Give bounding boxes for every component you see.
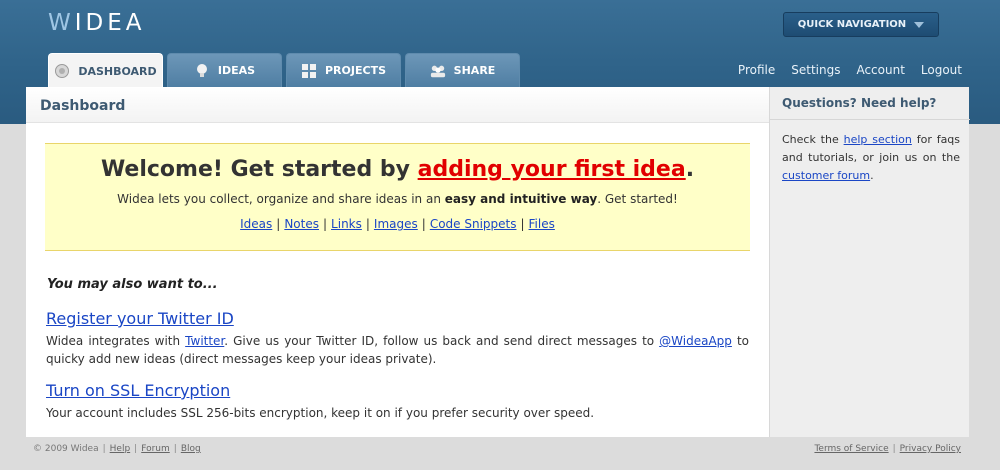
notes-link[interactable]: Notes (284, 217, 319, 231)
footer-blog-link[interactable]: Blog (181, 444, 201, 454)
code-snippets-link[interactable]: Code Snippets (430, 217, 517, 231)
welcome-box: Welcome! Get started by adding your firs… (45, 143, 750, 251)
profile-link[interactable]: Profile (738, 63, 775, 77)
quick-navigation-label: QUICK NAVIGATION (797, 19, 907, 30)
main-header: Dashboard (26, 87, 769, 123)
separator: | (520, 217, 525, 231)
welcome-text-bold: easy and intuitive way (444, 192, 598, 206)
footer-left: © 2009 Widea | Help | Forum | Blog (33, 444, 201, 454)
account-link[interactable]: Account (856, 63, 904, 77)
separator: | (134, 444, 138, 454)
separator: | (892, 444, 896, 454)
divider (770, 119, 970, 120)
tab-projects[interactable]: PROJECTS (286, 53, 401, 87)
separator: | (173, 444, 177, 454)
quick-navigation-button[interactable]: QUICK NAVIGATION (783, 12, 939, 37)
tab-label: IDEAS (217, 64, 256, 77)
tab-ideas[interactable]: IDEAS (167, 53, 282, 87)
wideaapp-link[interactable]: @WideaApp (659, 334, 732, 348)
sidebar-text: Check the help section for faqs and tuto… (782, 131, 960, 185)
people-icon (430, 63, 446, 79)
settings-link[interactable]: Settings (791, 63, 840, 77)
logout-link[interactable]: Logout (921, 63, 962, 77)
help-section-link[interactable]: help section (844, 133, 912, 146)
dashboard-icon (54, 63, 70, 79)
footer-forum-link[interactable]: Forum (141, 444, 170, 454)
user-links: Profile Settings Account Logout (738, 63, 962, 77)
customer-forum-link[interactable]: customer forum (782, 169, 870, 182)
grid-icon (301, 63, 317, 79)
chevron-down-icon (914, 22, 925, 28)
tab-dashboard[interactable]: DASHBOARD (48, 53, 163, 88)
sidebar-title: Questions? Need help? (782, 96, 937, 110)
twitter-description: Widea integrates with Twitter. Give us y… (46, 332, 749, 368)
tab-label: SHARE (453, 64, 496, 77)
separator: | (421, 217, 426, 231)
tab-label: DASHBOARD (78, 64, 157, 78)
welcome-text: Widea lets you collect, organize and sha… (45, 192, 750, 206)
ssl-description: Your account includes SSL 256-bits encry… (46, 406, 595, 420)
twitter-desc-part: Widea integrates with (46, 334, 181, 348)
copyright: © 2009 Widea (33, 444, 99, 454)
main-tabs: DASHBOARD IDEAS PROJECTS SHARE (48, 53, 520, 88)
footer-right: Terms of Service | Privacy Policy (814, 444, 961, 454)
content-type-links: Ideas | Notes | Links | Images | Code Snippets | F… (45, 217, 750, 231)
welcome-heading-suffix: . (685, 157, 695, 182)
widea-logo[interactable]: WIDEA (48, 10, 146, 36)
logo-accent: W (48, 10, 75, 36)
logo-text: IDEA (74, 10, 146, 36)
add-first-idea-link[interactable]: adding your first idea (418, 157, 686, 182)
images-link[interactable]: Images (374, 217, 418, 231)
tab-share[interactable]: SHARE (405, 53, 520, 87)
help-sidebar: Questions? Need help? Check the help sec… (769, 87, 970, 437)
terms-link[interactable]: Terms of Service (814, 444, 888, 454)
files-link[interactable]: Files (529, 217, 555, 231)
also-heading: You may also want to... (47, 277, 218, 292)
main-panel: Dashboard Welcome! Get started by adding… (26, 87, 769, 437)
sidebar-text-part: Check the (782, 133, 839, 146)
footer-help-link[interactable]: Help (110, 444, 131, 454)
welcome-text-prefix: Widea lets you collect, organize and sha… (117, 192, 441, 206)
ideas-link[interactable]: Ideas (240, 217, 272, 231)
page-title: Dashboard (40, 98, 126, 114)
lightbulb-icon (194, 63, 210, 79)
twitter-link[interactable]: Twitter (185, 334, 224, 348)
separator: | (365, 217, 370, 231)
tab-label: PROJECTS (325, 64, 386, 77)
privacy-link[interactable]: Privacy Policy (900, 444, 961, 454)
links-link[interactable]: Links (331, 217, 362, 231)
sidebar-text-part: . (870, 169, 874, 182)
register-twitter-link[interactable]: Register your Twitter ID (46, 309, 234, 328)
welcome-heading: Welcome! Get started by adding your firs… (45, 157, 750, 182)
twitter-desc-part: . Give us your Twitter ID, follow us bac… (224, 334, 655, 348)
separator: | (276, 217, 281, 231)
welcome-text-suffix: . Get started! (597, 192, 678, 206)
separator: | (102, 444, 106, 454)
welcome-heading-prefix: Welcome! Get started by (100, 157, 410, 182)
separator: | (323, 217, 328, 231)
ssl-encryption-link[interactable]: Turn on SSL Encryption (46, 381, 230, 400)
